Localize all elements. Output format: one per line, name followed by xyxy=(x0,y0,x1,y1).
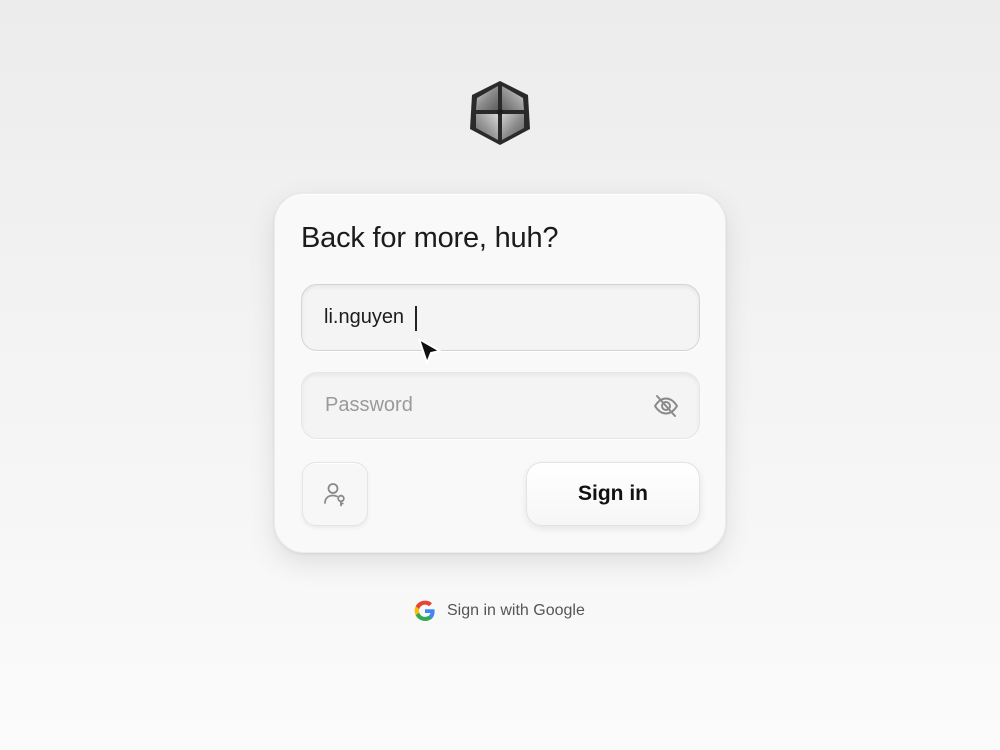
passkey-button[interactable] xyxy=(302,462,368,526)
signin-button[interactable]: Sign in xyxy=(526,462,700,526)
password-input[interactable] xyxy=(302,373,699,438)
google-signin-label: Sign in with Google xyxy=(447,602,585,619)
signin-card: Back for more, huh? Sign in xyxy=(274,193,726,553)
eye-off-icon xyxy=(654,395,678,417)
user-key-icon xyxy=(324,483,345,507)
mouse-pointer-icon xyxy=(418,338,441,364)
username-field[interactable] xyxy=(301,284,700,351)
username-input[interactable] xyxy=(302,285,699,350)
toggle-password-visibility-button[interactable] xyxy=(651,391,681,421)
password-field[interactable] xyxy=(301,372,700,439)
google-signin-link[interactable]: Sign in with Google xyxy=(413,598,585,624)
google-g-icon xyxy=(414,600,435,621)
form-title: Back for more, huh? xyxy=(301,222,559,254)
text-caret xyxy=(415,306,417,331)
hexagon-logo-icon xyxy=(470,81,530,145)
